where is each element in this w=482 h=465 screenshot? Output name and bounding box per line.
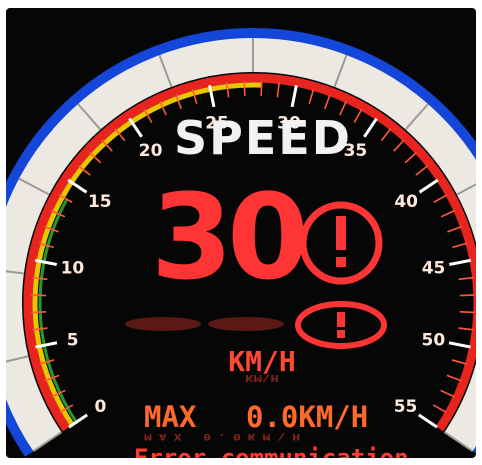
minor-tick (446, 374, 462, 382)
max-reflection: MAX 0.0KM\H (144, 431, 308, 442)
tick-label: 45 (422, 259, 446, 279)
minor-tick (276, 82, 280, 98)
tick-label: 0 (95, 397, 107, 417)
major-tick (363, 117, 378, 138)
exclamation-circle-dot (336, 257, 346, 267)
major-tick (418, 178, 439, 194)
max-speed-value: 0.0KM/H (246, 400, 369, 434)
tick-label: 50 (421, 331, 445, 351)
minor-tick (458, 276, 474, 281)
speed-unit-reflection: KM\H (245, 372, 279, 384)
minor-tick (393, 139, 405, 152)
minor-tick (440, 209, 456, 218)
minor-tick (260, 81, 263, 97)
tick-label: 5 (67, 331, 79, 351)
tick-label: 20 (139, 141, 163, 161)
minor-tick (404, 151, 417, 164)
minor-tick (415, 165, 429, 176)
major-tick (417, 413, 438, 429)
minor-tick (380, 128, 392, 142)
tick-label: 40 (394, 192, 418, 212)
tick-label: 55 (394, 397, 418, 417)
major-tick (448, 341, 471, 349)
digit-reflections (125, 317, 284, 331)
minor-tick (447, 225, 462, 233)
major-tick (290, 84, 298, 108)
minor-tick (451, 359, 467, 365)
exclamation-circle-bar (336, 216, 346, 250)
instrument-display: 0 5 10 15 20 25 30 35 40 45 50 55 SPEED 30 KM/H KM\… (6, 8, 476, 458)
minor-tick (432, 404, 447, 413)
max-label: MAX (144, 400, 197, 434)
minor-tick (459, 311, 475, 314)
minor-tick (458, 327, 474, 331)
speed-title: SPEED (174, 111, 352, 165)
minor-tick (31, 294, 47, 297)
minor-tick (324, 94, 331, 110)
exclamation-oval-bar (337, 312, 345, 327)
minor-tick (433, 194, 448, 203)
tick-label: 15 (88, 192, 112, 212)
exclamation-oval-dot (337, 330, 345, 338)
minor-tick (452, 242, 468, 249)
minor-tick (353, 109, 363, 123)
minor-tick (243, 81, 246, 97)
minor-tick (440, 389, 455, 398)
speed-readout: 30 (150, 168, 309, 306)
tick-label: 10 (61, 259, 85, 279)
minor-tick (459, 294, 475, 297)
error-message: Error communication (134, 444, 409, 458)
minor-tick (308, 89, 315, 105)
major-tick (448, 258, 472, 266)
minor-tick (31, 311, 47, 314)
